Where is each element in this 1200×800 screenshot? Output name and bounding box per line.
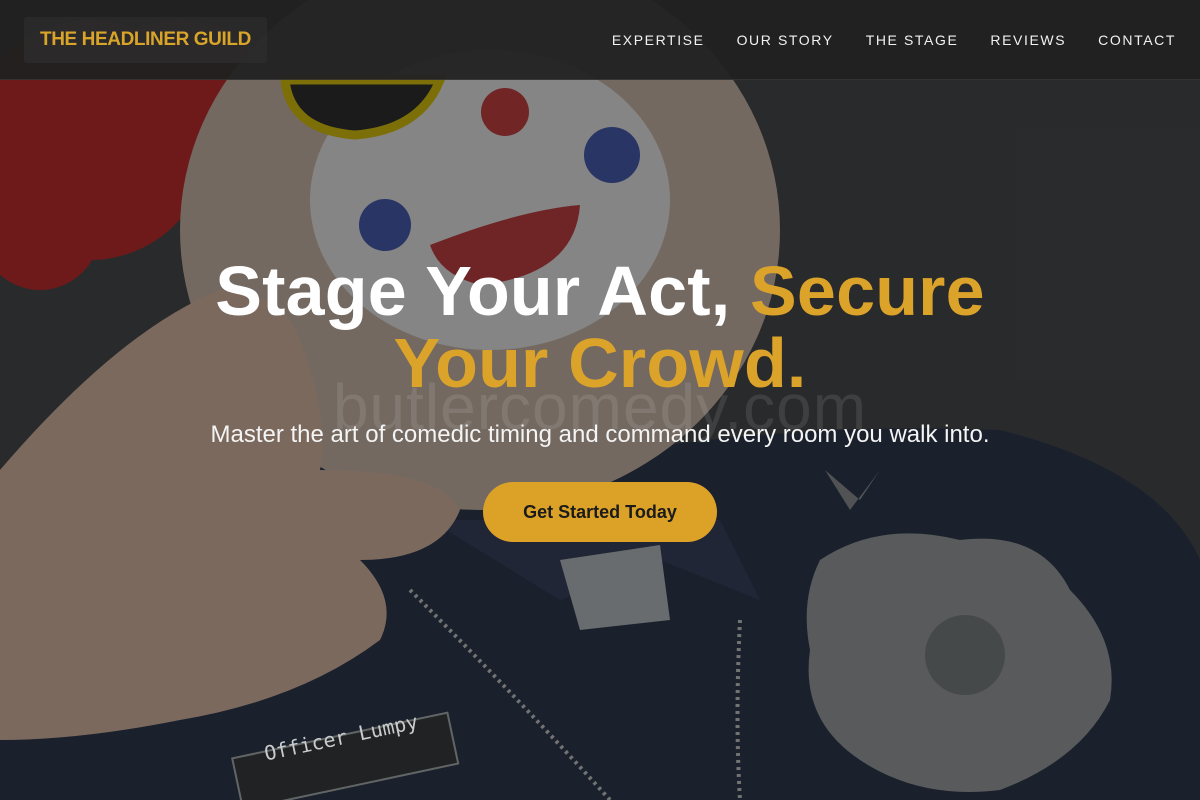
nav-link-our-story[interactable]: OUR STORY [737,32,834,48]
headline-white-text: Stage Your Act, [215,252,751,330]
hero-content: Stage Your Act, Secure Your Crowd. Maste… [0,0,1200,800]
hero-headline: Stage Your Act, Secure Your Crowd. [150,255,1050,399]
nav-link-contact[interactable]: CONTACT [1098,32,1176,48]
hero-subheadline: Master the art of comedic timing and com… [210,421,990,448]
get-started-button[interactable]: Get Started Today [483,482,717,542]
nav-link-expertise[interactable]: EXPERTISE [612,32,705,48]
hero-section: Officer Lumpy butlercomedy.com THE HEADL… [0,0,1200,800]
nav-link-reviews[interactable]: REVIEWS [990,32,1066,48]
nav-link-the-stage[interactable]: THE STAGE [866,32,959,48]
nav-links: EXPERTISE OUR STORY THE STAGE REVIEWS CO… [580,32,1176,48]
brand-logo[interactable]: THE HEADLINER GUILD [24,16,267,63]
navbar: THE HEADLINER GUILD EXPERTISE OUR STORY … [0,0,1200,80]
